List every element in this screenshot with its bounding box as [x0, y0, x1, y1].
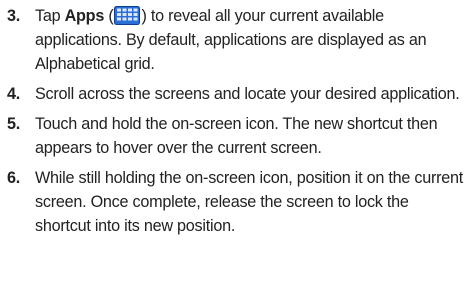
step-4: 4. Scroll across the screens and locate … [0, 82, 472, 106]
step-text-paren: ( [104, 7, 114, 25]
step-text: Scroll across the screens and locate you… [35, 85, 460, 103]
apps-label: Apps [64, 7, 105, 25]
step-text: While still holding the on-screen icon, … [35, 169, 463, 235]
apps-grid-icon [114, 6, 141, 25]
step-5: 5. Touch and hold the on-screen icon. Th… [0, 112, 472, 160]
step-number: 5. [7, 115, 21, 133]
step-text-pre: Tap [35, 7, 65, 25]
step-3: 3. Tap Apps ( ) to reveal all your curre… [0, 4, 472, 76]
step-number: 4. [7, 85, 21, 103]
step-number: 3. [7, 7, 21, 25]
step-text: Touch and hold the on-screen icon. The n… [35, 115, 438, 157]
instruction-steps: 3. Tap Apps ( ) to reveal all your curre… [0, 4, 472, 244]
step-text: Tap Apps ( ) to reveal all your current … [35, 6, 427, 73]
step-number: 6. [7, 169, 21, 187]
step-6: 6. While still holding the on-screen ico… [0, 166, 472, 238]
